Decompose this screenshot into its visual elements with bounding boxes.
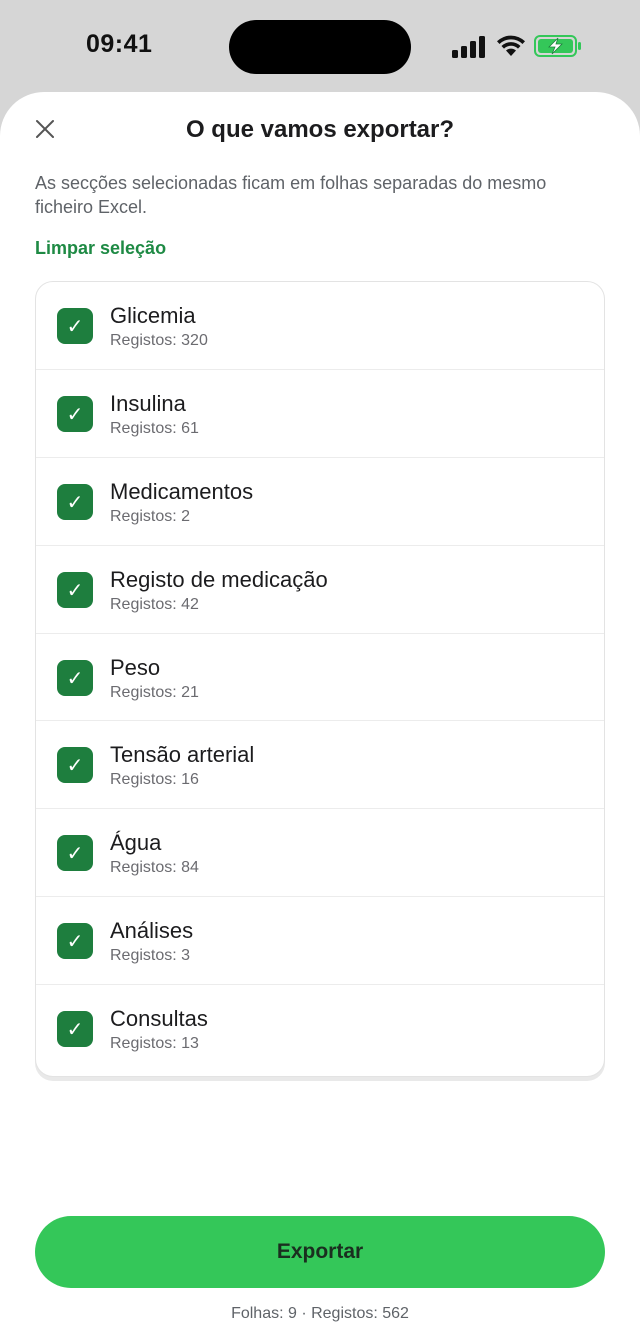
- section-row-analises[interactable]: ✓ Análises Registos: 3: [36, 897, 604, 986]
- section-count: Registos: 21: [110, 683, 199, 701]
- clear-selection-link[interactable]: Limpar seleção: [35, 238, 166, 259]
- sheet-title: O que vamos exportar?: [185, 116, 455, 143]
- wifi-icon: [497, 35, 525, 56]
- checkbox[interactable]: ✓: [57, 659, 93, 696]
- export-sheet: O que vamos exportar? As secções selecio…: [0, 92, 640, 1343]
- sections-list: ✓ Glicemia Registos: 320 ✓ Insulina Regi…: [35, 281, 605, 1077]
- status-bar: 09:41: [0, 0, 640, 92]
- section-count: Registos: 13: [110, 1035, 199, 1053]
- section-row-glicemia[interactable]: ✓ Glicemia Registos: 320: [36, 282, 604, 370]
- signal-icon: [452, 36, 485, 58]
- section-count: Registos: 61: [110, 419, 199, 437]
- section-count: Registos: 320: [110, 332, 208, 349]
- section-label: Água: [110, 830, 162, 856]
- checkbox[interactable]: ✓: [57, 923, 93, 960]
- export-button[interactable]: Exportar: [35, 1216, 605, 1288]
- section-count: Registos: 16: [110, 771, 199, 789]
- section-label: Peso: [110, 654, 161, 680]
- checkbox[interactable]: ✓: [57, 571, 93, 608]
- battery-charging-icon: [534, 35, 581, 57]
- section-label: Análises: [110, 918, 194, 944]
- section-row-tensao-arterial[interactable]: ✓ Tensão arterial Registos: 16: [36, 721, 604, 810]
- checkbox[interactable]: ✓: [57, 395, 93, 432]
- status-time: 09:41: [86, 30, 153, 58]
- section-count: Registos: 84: [110, 859, 199, 877]
- section-label: Tensão arterial: [110, 742, 255, 768]
- section-count: Registos: 3: [110, 947, 191, 965]
- section-row-consultas[interactable]: ✓ Consultas Registos: 13: [36, 985, 604, 1073]
- sheet-subtitle: As secções selecionadas ficam em folhas …: [35, 173, 547, 217]
- section-label: Insulina: [110, 390, 186, 416]
- section-row-registo-medicacao[interactable]: ✓ Registo de medicação Registos: 42: [36, 546, 604, 634]
- checkbox[interactable]: ✓: [57, 308, 93, 344]
- export-summary: Folhas: 9 · Registos: 562: [231, 1305, 409, 1322]
- checkbox[interactable]: ✓: [57, 483, 93, 520]
- section-row-agua[interactable]: ✓ Água Registos: 84: [36, 809, 604, 898]
- checkbox[interactable]: ✓: [57, 747, 93, 784]
- section-label: Consultas: [110, 1006, 208, 1032]
- checkbox[interactable]: ✓: [57, 835, 93, 872]
- section-label: Registo de medicação: [110, 566, 328, 592]
- section-row-medicamentos[interactable]: ✓ Medicamentos Registos: 2: [36, 458, 604, 546]
- section-count: Registos: 42: [110, 595, 199, 613]
- section-label: Medicamentos: [110, 478, 254, 504]
- section-count: Registos: 2: [110, 507, 191, 525]
- dynamic-island: [229, 20, 411, 74]
- section-row-peso[interactable]: ✓ Peso Registos: 21: [36, 634, 604, 722]
- section-label: Glicemia: [110, 303, 196, 328]
- section-row-insulina[interactable]: ✓ Insulina Registos: 61: [36, 370, 604, 458]
- checkbox[interactable]: ✓: [57, 1011, 93, 1048]
